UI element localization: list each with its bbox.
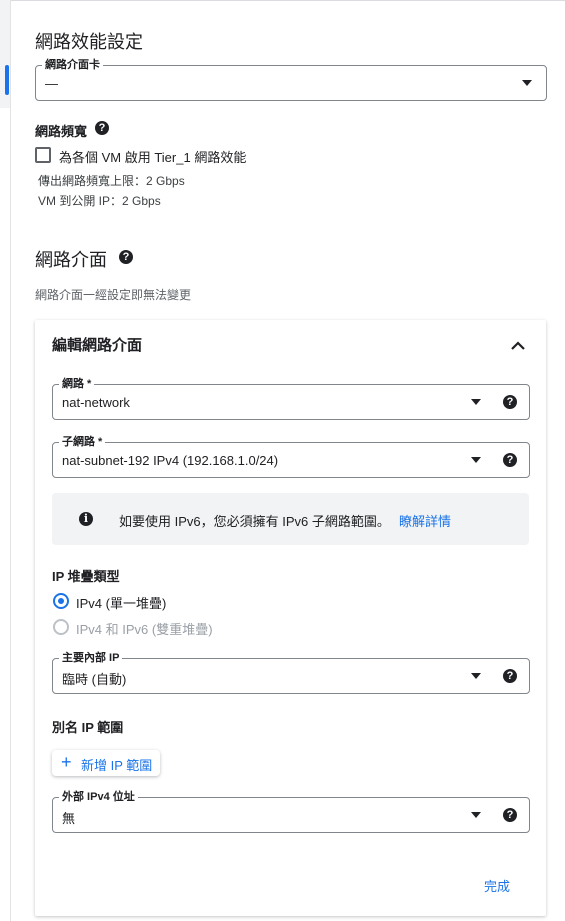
edit-card-title: 編輯網路介面 <box>52 337 143 354</box>
dropdown-arrow-icon <box>471 399 481 405</box>
dropdown-arrow-icon <box>471 457 481 463</box>
dropdown-arrow-icon <box>471 673 481 679</box>
egress-bandwidth-text: 傳出網路頻寬上限：2 Gbps <box>38 174 185 188</box>
network-select[interactable]: 網路 * nat-network ? <box>52 377 530 420</box>
ipv6-info-box: i 如要使用 IPv6，您必須擁有 IPv6 子網路範圍。 瞭解詳情 <box>52 493 529 545</box>
interfaces-title: 網路介面 <box>35 250 107 270</box>
top-divider <box>10 0 565 1</box>
subnet-select[interactable]: 子網路 * nat-subnet-192 IPv4 (192.168.1.0/2… <box>52 435 530 478</box>
subnet-label: 子網路 * <box>59 435 106 449</box>
plus-icon: + <box>61 752 72 772</box>
learn-more-link[interactable]: 瞭解詳情 <box>399 511 451 530</box>
chevron-up-icon[interactable] <box>508 336 528 356</box>
external-ip-help-icon[interactable]: ? <box>503 808 517 822</box>
add-ip-range-label: 新增 IP 範圍 <box>81 758 153 773</box>
tier1-checkbox[interactable] <box>35 147 51 163</box>
stack-type-label: IP 堆疊類型 <box>52 569 120 584</box>
interfaces-subtitle: 網路介面一經設定即無法變更 <box>35 288 192 302</box>
radio-dual-stack[interactable] <box>53 619 69 635</box>
rail-active-marker <box>5 65 9 95</box>
bandwidth-help-icon[interactable]: ? <box>95 121 109 135</box>
radio-ipv4-single[interactable] <box>53 593 69 609</box>
performance-title: 網路效能設定 <box>35 32 143 52</box>
internal-ip-label: 主要內部 IP <box>59 651 123 665</box>
nic-select[interactable]: 網路介面卡 — <box>35 58 547 101</box>
subnet-help-icon[interactable]: ? <box>503 453 517 467</box>
public-ip-bandwidth-text: VM 到公開 IP：2 Gbps <box>38 194 161 208</box>
tier1-checkbox-label: 為各個 VM 啟用 Tier_1 網路效能 <box>59 150 247 165</box>
dropdown-arrow-icon <box>471 812 481 818</box>
external-ip-label: 外部 IPv4 位址 <box>59 790 138 804</box>
dropdown-arrow-icon <box>522 80 532 86</box>
done-button[interactable]: 完成 <box>484 876 510 895</box>
external-ip-value: 無 <box>62 811 76 826</box>
radio-dual-stack-label: IPv4 和 IPv6 (雙重堆疊) <box>76 622 213 637</box>
ipv6-info-text: 如要使用 IPv6，您必須擁有 IPv6 子網路範圍。 <box>119 514 390 529</box>
alias-ip-label: 別名 IP 範圍 <box>52 720 124 735</box>
subnet-value: nat-subnet-192 IPv4 (192.168.1.0/24) <box>62 453 279 468</box>
info-icon: i <box>79 512 93 526</box>
internal-ip-help-icon[interactable]: ? <box>503 669 517 683</box>
add-ip-range-button[interactable]: + 新增 IP 範圍 <box>52 750 160 776</box>
internal-ip-value: 臨時 (自動) <box>62 672 127 687</box>
bandwidth-label: 網路頻寬 <box>35 124 88 139</box>
radio-ipv4-single-label: IPv4 (單一堆疊) <box>76 596 167 611</box>
network-label: 網路 * <box>59 377 95 391</box>
internal-ip-select[interactable]: 主要內部 IP 臨時 (自動) ? <box>52 651 530 694</box>
nic-value: — <box>45 76 58 91</box>
interfaces-help-icon[interactable]: ? <box>119 250 133 264</box>
page: 網路效能設定 網路介面卡 — 網路頻寬 ? 為各個 VM 啟用 Tier_1 網… <box>0 0 565 921</box>
network-help-icon[interactable]: ? <box>503 395 517 409</box>
left-rail <box>0 0 11 921</box>
network-value: nat-network <box>62 395 130 410</box>
nic-label: 網路介面卡 <box>42 58 103 72</box>
external-ip-select[interactable]: 外部 IPv4 位址 無 ? <box>52 790 530 833</box>
